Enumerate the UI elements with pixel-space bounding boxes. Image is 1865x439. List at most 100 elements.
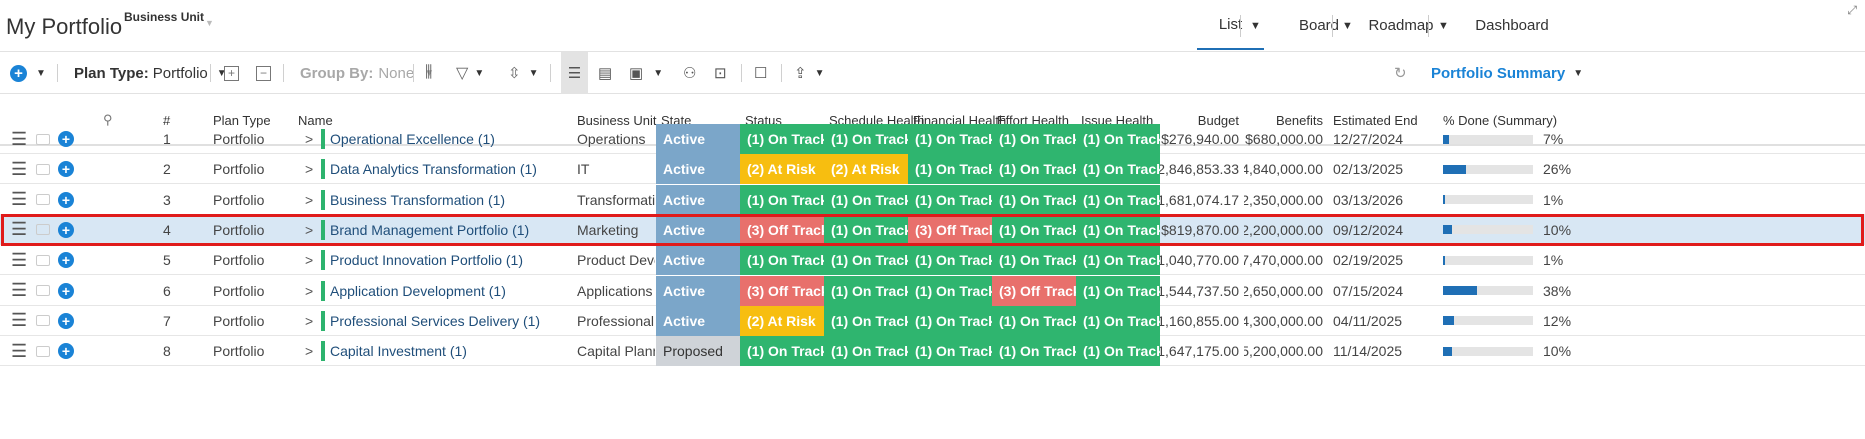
row-menu-icon[interactable]: ☰: [11, 185, 27, 215]
expand-row-button[interactable]: >: [305, 215, 313, 245]
state-cell: Active: [656, 245, 740, 276]
name-cell[interactable]: Data Analytics Transformation (1): [321, 154, 573, 184]
name-cell[interactable]: Brand Management Portfolio (1): [321, 215, 573, 245]
pct-done-value: 1%: [1543, 252, 1564, 269]
benefits-cell: $680,000.00: [1245, 131, 1323, 147]
expand-row-button[interactable]: >: [305, 276, 313, 306]
row-number: 7: [163, 312, 171, 329]
collapse-all-button[interactable]: −: [256, 52, 271, 94]
name-cell[interactable]: Product Innovation Portfolio (1): [321, 245, 573, 275]
comment-icon[interactable]: [36, 124, 50, 154]
expand-row-button[interactable]: >: [305, 154, 313, 184]
gantt-icon[interactable]: ▤: [598, 52, 612, 94]
add-child-button[interactable]: +: [58, 336, 74, 366]
plan-name-link[interactable]: Professional Services Delivery (1): [330, 313, 540, 329]
comment-icon[interactable]: [36, 306, 50, 336]
name-cell[interactable]: Application Development (1): [321, 276, 573, 306]
pct-done-value: 1%: [1543, 191, 1564, 208]
row-height-button[interactable]: ⇳ ▼: [508, 52, 538, 94]
plan-name-link[interactable]: Product Innovation Portfolio (1): [330, 252, 523, 268]
row-menu-icon[interactable]: ☰: [11, 124, 27, 154]
roadmap-options-caret[interactable]: ▼: [1428, 15, 1458, 37]
add-child-button[interactable]: +: [58, 306, 74, 336]
add-child-button[interactable]: +: [58, 154, 74, 184]
comment-icon[interactable]: [36, 336, 50, 366]
row-menu-icon[interactable]: ☰: [11, 276, 27, 306]
pct-done-value: 10%: [1543, 221, 1572, 238]
name-cell[interactable]: Business Transformation (1): [321, 185, 573, 215]
expand-row-button[interactable]: >: [305, 124, 313, 154]
effort-health-cell: (1) On Track: [992, 245, 1076, 276]
plan-name-link[interactable]: Business Transformation (1): [330, 192, 505, 208]
tab-dashboard-label: Dashboard: [1475, 16, 1549, 34]
expand-row-button[interactable]: >: [305, 336, 313, 366]
comment-icon[interactable]: ☐: [754, 52, 767, 94]
row-menu-icon[interactable]: ☰: [11, 154, 27, 184]
tab-dashboard[interactable]: Dashboard: [1472, 0, 1552, 50]
comment-icon[interactable]: [36, 154, 50, 184]
table-row[interactable]: ☰ + 6 Portfolio > Application Developmen…: [0, 275, 1865, 306]
expand-row-button[interactable]: >: [305, 245, 313, 275]
divider: [57, 64, 58, 82]
table-row[interactable]: ☰ + 3 Portfolio > Business Transformatio…: [0, 184, 1865, 215]
progress-fill: [1443, 195, 1445, 205]
add-child-button[interactable]: +: [58, 124, 74, 154]
plan-type-filter[interactable]: Plan Type: Portfolio ▼: [74, 52, 227, 94]
issue-health-cell: (1) On Track: [1076, 336, 1160, 367]
add-child-button[interactable]: +: [58, 245, 74, 275]
list-options-caret[interactable]: ▼: [1240, 15, 1270, 37]
row-menu-icon[interactable]: ☰: [11, 336, 27, 366]
table-row[interactable]: ☰ + 8 Portfolio > Capital Investment (1)…: [0, 336, 1865, 367]
columns-icon[interactable]: ⫼: [425, 52, 432, 94]
tab-roadmap[interactable]: Roadmap: [1366, 0, 1436, 50]
table-row[interactable]: ☰ + 1 Portfolio > Operational Excellence…: [0, 124, 1865, 154]
table-row[interactable]: ☰ + 5 Portfolio > Product Innovation Por…: [0, 245, 1865, 276]
name-cell[interactable]: Professional Services Delivery (1): [321, 306, 573, 336]
portfolio-summary-selector[interactable]: Portfolio Summary ▼: [1431, 52, 1583, 94]
chevron-down-icon[interactable]: ▼: [205, 18, 214, 28]
chevron-right-icon: >: [305, 191, 314, 208]
layout-button[interactable]: ▣ ▼: [629, 52, 663, 94]
expand-all-button[interactable]: +: [224, 52, 239, 94]
list-view-icon[interactable]: ☰: [561, 52, 588, 94]
expand-icon[interactable]: ⤢: [1847, 3, 1857, 18]
filter-button[interactable]: ▽ ▼: [456, 52, 484, 94]
divider: [413, 64, 414, 82]
pct-done-value: 10%: [1543, 343, 1572, 360]
plan-name-link[interactable]: Operational Excellence (1): [330, 131, 495, 147]
expand-row-button[interactable]: >: [305, 185, 313, 215]
add-button[interactable]: + ▼: [10, 52, 46, 94]
comment-icon[interactable]: [36, 215, 50, 245]
money-icon[interactable]: ⊡: [714, 52, 727, 94]
table-row[interactable]: ☰ + 2 Portfolio > Data Analytics Transfo…: [0, 154, 1865, 185]
tab-roadmap-label: Roadmap: [1368, 16, 1434, 34]
table-row[interactable]: ☰ + 7 Portfolio > Professional Services …: [0, 305, 1865, 336]
comment-icon[interactable]: [36, 185, 50, 215]
plan-name-link[interactable]: Data Analytics Transformation (1): [330, 161, 537, 177]
add-child-button[interactable]: +: [58, 276, 74, 306]
chevron-down-icon: ▼: [474, 67, 485, 79]
name-cell[interactable]: Operational Excellence (1): [321, 124, 573, 154]
row-menu-icon[interactable]: ☰: [11, 245, 27, 275]
plan-name-link[interactable]: Brand Management Portfolio (1): [330, 222, 529, 238]
comment-icon[interactable]: [36, 245, 50, 275]
resources-icon[interactable]: ⚇: [683, 52, 696, 94]
plan-name-link[interactable]: Application Development (1): [330, 283, 506, 299]
row-height-icon: ⇳: [508, 65, 521, 82]
comment-icon[interactable]: [36, 276, 50, 306]
refresh-icon[interactable]: ↻: [1394, 52, 1407, 94]
name-cell[interactable]: Capital Investment (1): [321, 336, 573, 366]
add-child-button[interactable]: +: [58, 215, 74, 245]
export-button[interactable]: ⇪ ▼: [794, 52, 824, 94]
row-number: 2: [163, 161, 171, 178]
expand-row-button[interactable]: >: [305, 306, 313, 336]
row-number: 5: [163, 252, 171, 269]
board-options-caret[interactable]: ▼: [1332, 15, 1362, 37]
business-unit-selector[interactable]: Business Unit: [124, 10, 204, 24]
add-child-button[interactable]: +: [58, 185, 74, 215]
row-menu-icon[interactable]: ☰: [11, 215, 27, 245]
table-row[interactable]: ☰ + 4 Portfolio > Brand Management Portf…: [0, 214, 1865, 245]
progress-bar: [1443, 316, 1533, 326]
row-menu-icon[interactable]: ☰: [11, 306, 27, 336]
plan-name-link[interactable]: Capital Investment (1): [330, 343, 467, 359]
